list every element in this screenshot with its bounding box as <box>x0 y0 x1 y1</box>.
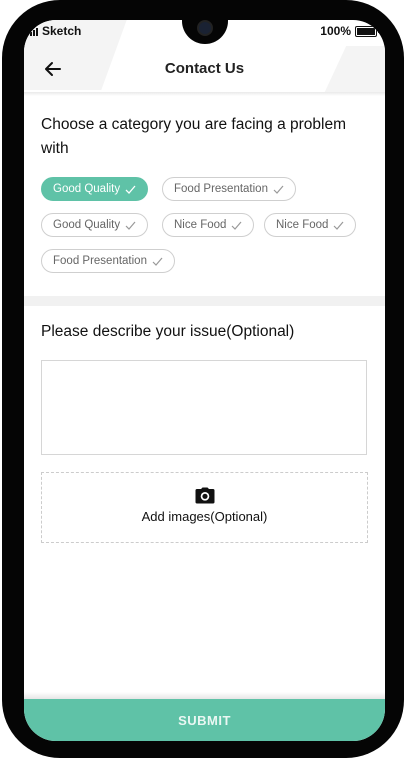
chip-label: Nice Food <box>174 219 227 231</box>
status-battery: 100% <box>320 24 380 38</box>
check-icon <box>231 221 242 230</box>
signal-icon <box>30 27 38 36</box>
side-button <box>2 222 8 268</box>
check-icon <box>125 185 136 194</box>
screen: Sketch 100% Contact Us Choose a category… <box>24 20 385 741</box>
battery-icon <box>355 25 380 37</box>
battery-percent: 100% <box>320 24 351 38</box>
status-carrier: Sketch <box>30 24 81 38</box>
category-section-title: Choose a category you are facing a probl… <box>41 116 347 157</box>
issue-section-title: Please describe your issue(Optional) <box>41 323 295 340</box>
camera-icon <box>195 487 214 504</box>
check-icon <box>152 257 163 266</box>
section-divider <box>24 296 385 306</box>
phone-frame: Sketch 100% Contact Us Choose a category… <box>2 0 404 758</box>
app-header: Contact Us <box>24 46 385 94</box>
chip-label: Good Quality <box>53 219 121 231</box>
front-camera-icon <box>199 22 211 34</box>
notch <box>182 20 228 44</box>
check-icon <box>273 185 284 194</box>
check-icon <box>125 221 136 230</box>
category-chip[interactable]: Nice Food <box>162 213 255 237</box>
submit-button[interactable]: SUBMIT <box>24 699 385 741</box>
chip-label: Food Presentation <box>53 255 147 267</box>
chip-label: Nice Food <box>276 219 329 231</box>
side-button <box>398 156 404 222</box>
chip-label: Good Quality <box>53 183 121 195</box>
category-chip[interactable]: Nice Food <box>264 213 357 237</box>
category-chip[interactable]: Food Presentation <box>162 177 296 201</box>
add-images-label: Add images(Optional) <box>141 509 268 524</box>
page-title: Contact Us <box>164 60 245 77</box>
category-chip[interactable]: Good Quality <box>41 213 149 237</box>
header-divider <box>24 92 385 96</box>
side-button <box>2 156 8 204</box>
carrier-label: Sketch <box>42 24 82 38</box>
check-icon <box>333 221 344 230</box>
category-chip[interactable]: Good Quality <box>41 177 149 201</box>
add-images-button[interactable]: Add images(Optional) <box>41 472 368 543</box>
chip-label: Food Presentation <box>174 183 268 195</box>
category-chip[interactable]: Food Presentation <box>41 249 175 273</box>
issue-description-field[interactable] <box>41 360 367 455</box>
